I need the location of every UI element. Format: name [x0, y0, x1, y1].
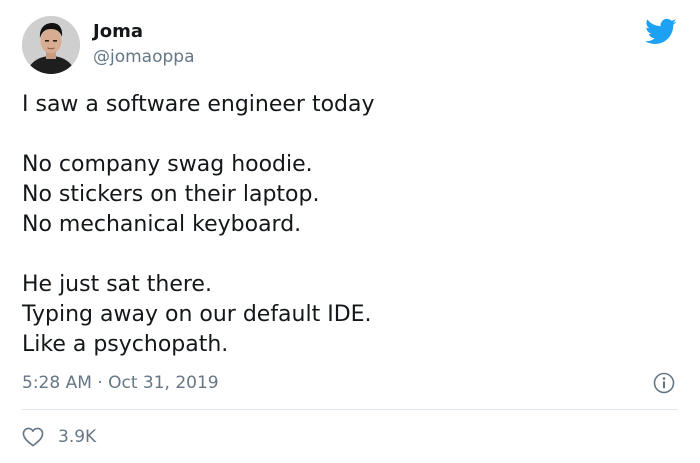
author-handle[interactable]: @jomaoppa: [93, 47, 195, 67]
like-button[interactable]: 3.9K: [22, 425, 96, 449]
avatar[interactable]: [22, 16, 80, 74]
info-icon[interactable]: [653, 372, 675, 394]
tweet-line: I saw a software engineer today: [22, 92, 375, 117]
twitter-bird-icon[interactable]: [645, 18, 677, 46]
divider: [22, 409, 678, 410]
tweet-card: Joma @jomaoppa I saw a software engineer…: [0, 0, 700, 463]
tweet-line-gap: [22, 120, 672, 150]
tweet-line: No stickers on their laptop.: [22, 182, 320, 207]
profile-photo-icon: [22, 16, 80, 74]
tweet-line: No mechanical keyboard.: [22, 212, 302, 237]
tweet-line: He just sat there.: [22, 272, 212, 297]
tweet-line: Like a psychopath.: [22, 332, 229, 357]
like-count: 3.9K: [58, 427, 97, 447]
tweet-line: Typing away on our default IDE.: [22, 302, 372, 327]
author-name[interactable]: Joma: [93, 22, 143, 42]
tweet-line-gap: [22, 240, 672, 270]
tweet-line: No company swag hoodie.: [22, 152, 313, 177]
tweet-timestamp[interactable]: 5:28 AM · Oct 31, 2019: [22, 372, 219, 394]
tweet-text: I saw a software engineer today No compa…: [22, 90, 672, 360]
heart-icon: [22, 427, 44, 447]
